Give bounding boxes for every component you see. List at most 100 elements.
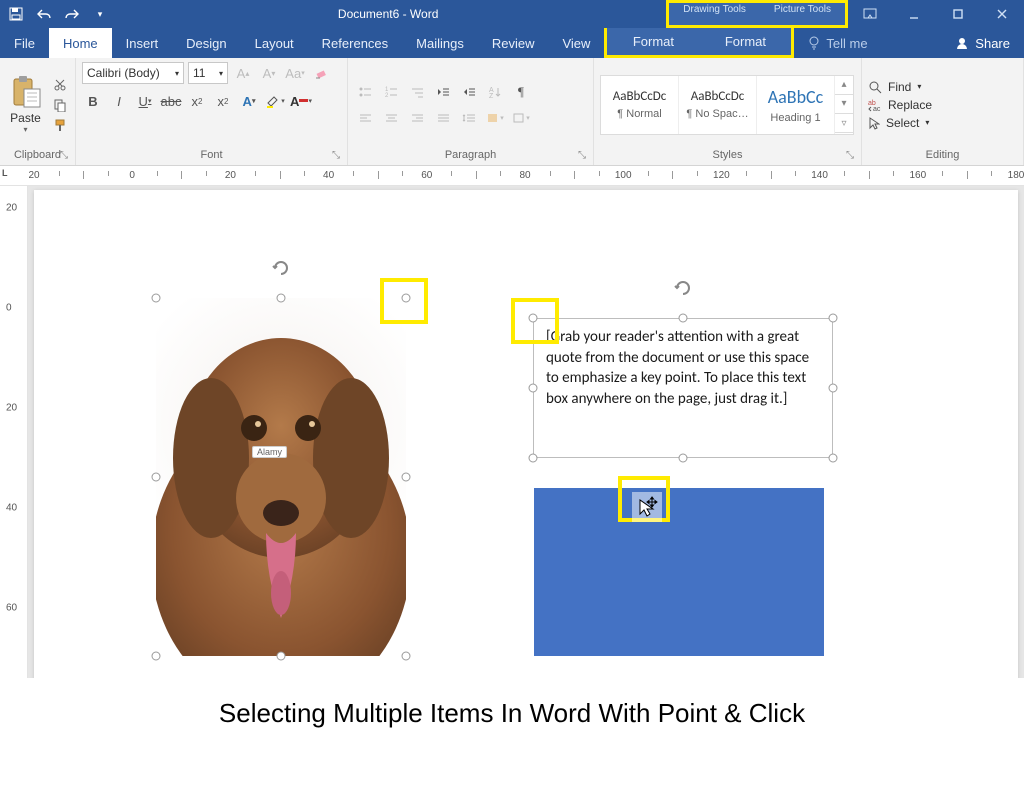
style-normal[interactable]: AaBbCcDc ¶ Normal xyxy=(601,76,679,134)
rotation-handle-icon[interactable] xyxy=(270,257,292,279)
page[interactable]: Alamy [Grab your reader's attention with… xyxy=(34,190,1018,742)
increase-indent-icon[interactable] xyxy=(458,81,480,103)
tab-references[interactable]: References xyxy=(308,28,402,58)
gallery-expand-icon[interactable]: ▿ xyxy=(835,114,853,133)
replace-button[interactable]: abac Replace xyxy=(868,98,932,112)
tab-view[interactable]: View xyxy=(548,28,604,58)
paragraph-launcher-icon[interactable]: ⤡ xyxy=(575,148,589,162)
tab-design[interactable]: Design xyxy=(172,28,240,58)
tell-me-search[interactable]: Tell me xyxy=(794,28,881,58)
ribbon-tabs: File Home Insert Design Layout Reference… xyxy=(0,28,1024,58)
style-no-spacing[interactable]: AaBbCcDc ¶ No Spac… xyxy=(679,76,757,134)
qat-customize-icon[interactable]: ▾ xyxy=(90,3,110,25)
horizontal-ruler[interactable]: L 20020406080100120140160180 xyxy=(0,166,1024,186)
paste-button[interactable]: Paste ▾ xyxy=(6,75,45,134)
share-button[interactable]: Share xyxy=(941,28,1024,58)
person-icon xyxy=(955,36,969,50)
tab-insert[interactable]: Insert xyxy=(112,28,173,58)
figure-caption: Selecting Multiple Items In Word With Po… xyxy=(0,678,1024,748)
subscript-icon[interactable]: x2 xyxy=(186,90,208,112)
move-cursor-icon xyxy=(632,492,662,522)
font-size-combo[interactable]: 11▾ xyxy=(188,62,228,84)
bullets-icon[interactable] xyxy=(354,81,376,103)
undo-icon[interactable] xyxy=(34,3,54,25)
styles-gallery-scroll[interactable]: ▴ ▾ ▿ xyxy=(835,76,853,134)
bold-icon[interactable]: B xyxy=(82,90,104,112)
decrease-indent-icon[interactable] xyxy=(432,81,454,103)
align-right-icon[interactable] xyxy=(406,107,428,129)
svg-text:2: 2 xyxy=(385,93,389,98)
tab-mailings[interactable]: Mailings xyxy=(402,28,478,58)
grow-font-icon[interactable]: A▴ xyxy=(232,62,254,84)
tab-picture-format[interactable]: Format xyxy=(699,28,791,55)
format-painter-icon[interactable] xyxy=(51,117,69,133)
chevron-down-icon[interactable]: ▾ xyxy=(835,95,853,114)
image-watermark-label: Alamy xyxy=(252,446,287,458)
text-effects-icon[interactable]: A▾ xyxy=(238,90,260,112)
maximize-icon[interactable] xyxy=(936,0,980,28)
line-spacing-icon[interactable] xyxy=(458,107,480,129)
shading-icon[interactable]: ▾ xyxy=(484,107,506,129)
cut-icon[interactable] xyxy=(51,77,69,93)
clear-formatting-icon[interactable] xyxy=(310,62,332,84)
quick-access-toolbar: ▾ xyxy=(0,0,110,28)
ribbon-display-options-icon[interactable] xyxy=(848,0,892,28)
group-editing: Find ▾ abac Replace Select ▾ Editing xyxy=(862,58,1024,165)
textbox-content[interactable]: [Grab your reader's attention with a gre… xyxy=(546,328,809,408)
superscript-icon[interactable]: x2 xyxy=(212,90,234,112)
clipboard-icon xyxy=(10,75,42,109)
group-clipboard: Paste ▾ Clipboard⤡ xyxy=(0,58,76,165)
tab-file[interactable]: File xyxy=(0,28,49,58)
cursor-icon xyxy=(868,116,880,130)
save-icon[interactable] xyxy=(6,3,26,25)
svg-text:ac: ac xyxy=(873,106,881,112)
document-title: Document6 - Word xyxy=(110,0,666,28)
chevron-up-icon[interactable]: ▴ xyxy=(835,76,853,95)
copy-icon[interactable] xyxy=(51,97,69,113)
ruler-corner: L xyxy=(2,168,8,178)
tab-drawing-format[interactable]: Format xyxy=(607,28,699,55)
styles-gallery[interactable]: AaBbCcDc ¶ Normal AaBbCcDc ¶ No Spac… Aa… xyxy=(600,75,854,135)
tab-review[interactable]: Review xyxy=(478,28,549,58)
selected-image[interactable]: Alamy xyxy=(156,298,406,656)
replace-icon: abac xyxy=(868,98,882,112)
lightbulb-icon xyxy=(808,36,820,50)
multilevel-list-icon[interactable] xyxy=(406,81,428,103)
group-font: Calibri (Body)▾ 11▾ A▴ A▾ Aa▾ B I U▾ abc… xyxy=(76,58,348,165)
font-family-combo[interactable]: Calibri (Body)▾ xyxy=(82,62,184,84)
strikethrough-icon[interactable]: abc xyxy=(160,90,182,112)
vertical-ruler[interactable]: 200204060 xyxy=(0,186,28,748)
font-launcher-icon[interactable]: ⤡ xyxy=(329,148,343,162)
selected-textbox[interactable]: [Grab your reader's attention with a gre… xyxy=(533,318,833,458)
highlight-icon[interactable]: ▾ xyxy=(264,90,286,112)
align-center-icon[interactable] xyxy=(380,107,402,129)
clipboard-launcher-icon[interactable]: ⤡ xyxy=(57,148,71,162)
styles-launcher-icon[interactable]: ⤡ xyxy=(843,148,857,162)
rotation-handle-icon[interactable] xyxy=(672,277,694,299)
minimize-icon[interactable] xyxy=(892,0,936,28)
align-left-icon[interactable] xyxy=(354,107,376,129)
justify-icon[interactable] xyxy=(432,107,454,129)
tab-home[interactable]: Home xyxy=(49,28,112,58)
borders-icon[interactable]: ▾ xyxy=(510,107,532,129)
find-button[interactable]: Find ▾ xyxy=(868,80,932,94)
dog-image xyxy=(156,298,406,656)
clipboard-small-buttons xyxy=(51,77,69,133)
blue-rectangle-shape[interactable] xyxy=(534,488,824,656)
numbering-icon[interactable]: 12 xyxy=(380,81,402,103)
select-button[interactable]: Select ▾ xyxy=(868,116,932,130)
italic-icon[interactable]: I xyxy=(108,90,130,112)
underline-icon[interactable]: U▾ xyxy=(134,90,156,112)
document-area: 200204060 xyxy=(0,186,1024,748)
tab-layout[interactable]: Layout xyxy=(241,28,308,58)
redo-icon[interactable] xyxy=(62,3,82,25)
change-case-icon[interactable]: Aa▾ xyxy=(284,62,306,84)
sort-icon[interactable]: AZ xyxy=(484,81,506,103)
close-icon[interactable] xyxy=(980,0,1024,28)
picture-tools-tab-header: Picture Tools xyxy=(760,3,845,25)
font-color-icon[interactable]: A▾ xyxy=(290,90,312,112)
group-paragraph: 12 AZ ¶ ▾ ▾ Paragraph⤡ xyxy=(348,58,594,165)
style-heading-1[interactable]: AaBbCc Heading 1 xyxy=(757,76,835,134)
shrink-font-icon[interactable]: A▾ xyxy=(258,62,280,84)
show-hide-icon[interactable]: ¶ xyxy=(510,81,532,103)
